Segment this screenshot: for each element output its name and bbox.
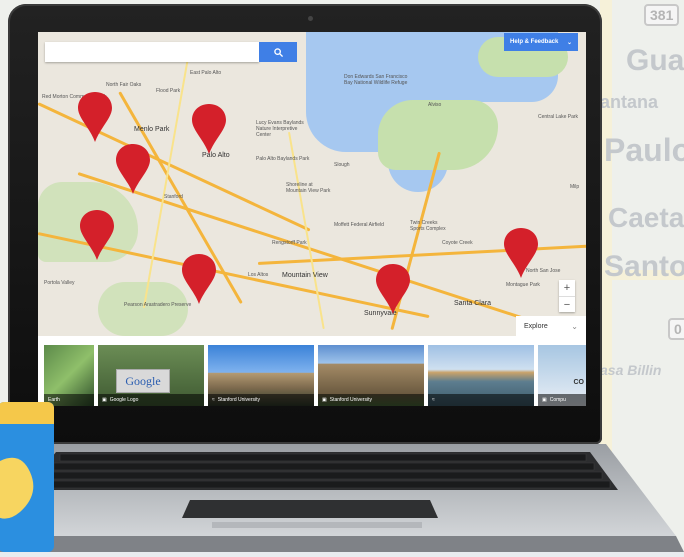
camera-icon: ▣ <box>542 397 547 403</box>
chevron-double-down-icon: ⌄ <box>571 321 578 331</box>
map-label: Slough <box>334 162 350 168</box>
google-logo-sign: Google <box>116 369 170 393</box>
photo-strip: Earth Google ▣ Google Logo ≈ Stanford Univ… <box>38 336 586 406</box>
photo-thumbnail[interactable]: ≈ <box>428 345 534 406</box>
photo-caption: ▣ Google Logo <box>98 394 204 406</box>
map-label: Mountain View <box>282 272 328 279</box>
camera-icon: ▣ <box>102 397 107 403</box>
photo-thumbnail[interactable]: ≈ Stanford University <box>208 345 314 406</box>
explore-label: Explore <box>524 322 548 330</box>
map-pin-icon[interactable] <box>116 144 150 194</box>
map-label: East Palo Alto <box>190 70 222 76</box>
chevron-down-icon: ⌄ <box>566 39 572 46</box>
search-button[interactable] <box>259 42 297 62</box>
zoom-in-button[interactable]: + <box>559 280 575 297</box>
photo-thumbnail[interactable]: ▣ Stanford University <box>318 345 424 406</box>
zoom-out-button[interactable]: − <box>559 297 575 313</box>
background-place-label: Paulo <box>604 132 684 168</box>
background-place-label: Caeta <box>608 202 684 233</box>
panorama-icon: ≈ <box>212 397 215 403</box>
map-label: Palo Alto Baylands Park <box>256 156 310 162</box>
photo-caption: ▣ Compu <box>538 394 586 406</box>
zoom-control: + − <box>559 280 575 312</box>
map-label: Lucy Evans Baylands Nature Interpretive … <box>256 120 304 138</box>
panorama-icon: ≈ <box>432 397 435 403</box>
photo-caption: ≈ Stanford University <box>208 394 314 406</box>
camera-icon: ▣ <box>322 397 327 403</box>
background-place-label: Santo <box>604 250 684 283</box>
explore-button[interactable]: Explore ⌄ <box>516 316 586 336</box>
map-label: Twin Creeks Sports Complex <box>410 220 446 232</box>
map-label: Flood Park <box>156 88 181 94</box>
map-pin-icon[interactable] <box>182 254 216 304</box>
map-label: Don Edwards San Francisco Bay National W… <box>344 74 408 86</box>
photo-caption: ≈ <box>428 394 534 406</box>
map-pin-icon[interactable] <box>376 264 410 314</box>
laptop-base <box>0 418 684 552</box>
map-label: North Fair Oaks <box>106 82 142 88</box>
highway-shield: 0 <box>668 318 684 340</box>
map-label: Alviso <box>428 102 442 108</box>
photo-thumbnail[interactable]: CO ▣ Compu <box>538 345 586 406</box>
map-canvas[interactable]: North Fair Oaks Flood Park East Palo Alt… <box>38 32 586 336</box>
map-label: Shoreline at Mountain View Park <box>286 182 331 194</box>
help-feedback-button[interactable]: Help & Feedback ⌄ <box>504 33 578 51</box>
map-pin-icon[interactable] <box>80 210 114 260</box>
background-place-label: antana <box>600 92 659 112</box>
map-pin-icon[interactable] <box>192 104 226 154</box>
map-label: Stanford <box>164 194 183 200</box>
highway-shield: 381 <box>644 4 680 26</box>
maps-app-icon <box>0 402 54 552</box>
map-label: Menlo Park <box>134 126 170 133</box>
map-pin-icon[interactable] <box>78 92 112 142</box>
search-input[interactable] <box>45 42 259 62</box>
map-label: Coyote Creek <box>442 240 473 246</box>
map-label: Los Altos <box>248 272 269 278</box>
map-label: Santa Clara <box>454 300 491 307</box>
laptop-screen: North Fair Oaks Flood Park East Palo Alt… <box>38 32 586 406</box>
photo-overlay-text: CO <box>573 379 585 386</box>
map-label: Rengstorff Park <box>272 240 307 246</box>
map-label: Montague Park <box>506 282 540 288</box>
background-place-label: asa Billin <box>600 362 662 378</box>
photo-thumbnail[interactable]: Google ▣ Google Logo <box>98 345 204 406</box>
photo-caption: ▣ Stanford University <box>318 394 424 406</box>
help-feedback-label: Help & Feedback <box>510 39 559 45</box>
photo-thumbnail[interactable]: Earth <box>44 345 94 406</box>
map-label: Milp <box>570 184 580 190</box>
laptop-lid: North Fair Oaks Flood Park East Palo Alt… <box>8 4 602 444</box>
map-label: Central Lake Park <box>538 114 579 120</box>
keyboard-deck <box>0 444 684 552</box>
park-area <box>98 282 188 336</box>
map-pin-icon[interactable] <box>504 228 538 278</box>
search-icon <box>273 47 283 57</box>
map-label: Moffett Federal Airfield <box>334 222 384 228</box>
map-label: Portola Valley <box>44 280 75 286</box>
webcam <box>308 16 313 21</box>
background-place-label: Gua <box>626 44 684 77</box>
